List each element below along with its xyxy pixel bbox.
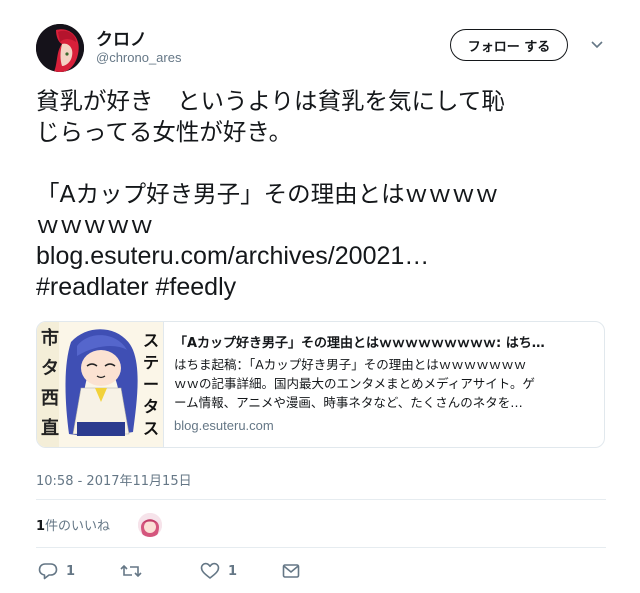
tweet-text-line: 「Aカップ好き男子」その理由とはｗｗｗｗ xyxy=(36,180,499,208)
follow-button[interactable]: フォロー する xyxy=(450,29,568,61)
heart-icon xyxy=(200,562,220,579)
divider xyxy=(36,547,606,548)
link-card[interactable]: 市 タ 西 直 ス テ ー タ ス 「Aカップ好き男子」その理由とはｗｗｗｗｗｗ… xyxy=(36,321,605,448)
card-title[interactable]: 「Aカップ好き男子」その理由とはｗｗｗｗｗｗｗｗｗ: はち… xyxy=(174,332,594,351)
svg-text:直: 直 xyxy=(41,417,59,439)
svg-text:タ: タ xyxy=(143,397,159,416)
tweet-text-line: じらってる女性が好き。 xyxy=(36,118,293,146)
likes-count: 1 xyxy=(36,519,46,534)
divider xyxy=(36,499,606,500)
svg-text:タ: タ xyxy=(41,358,59,379)
direct-message-button[interactable] xyxy=(282,561,300,581)
reply-count: 1 xyxy=(66,563,76,579)
like-count: 1 xyxy=(228,563,238,579)
retweet-icon xyxy=(120,564,142,578)
tweet-link[interactable]: blog.esuteru.com/archives/20021… xyxy=(36,241,606,272)
retweet-button[interactable] xyxy=(120,561,150,581)
tweet-timestamp[interactable]: 10:58 - 2017年11月15日 xyxy=(36,470,192,489)
tweet-text-spacer xyxy=(36,148,606,179)
mail-icon xyxy=(282,564,300,578)
author-avatar[interactable] xyxy=(36,24,84,72)
chevron-down-icon[interactable] xyxy=(588,36,606,54)
svg-text:ス: ス xyxy=(143,419,159,438)
svg-text:テ: テ xyxy=(143,353,159,372)
svg-text:ス: ス xyxy=(143,331,159,350)
card-description-line: ーム情報、アニメや漫画、時事ネタなど、たくさんのネタを… xyxy=(174,395,523,410)
tweet: クロノ @chrono_ares フォロー する 貧乳が好き というよりは貧乳を… xyxy=(0,0,640,593)
liker-avatar[interactable] xyxy=(138,513,162,537)
card-thumbnail: 市 タ 西 直 ス テ ー タ ス xyxy=(37,322,164,447)
card-description-line: はちま起稿：「Aカップ好き男子」その理由とはｗｗｗｗｗｗｗ xyxy=(174,357,527,372)
like-button[interactable]: 1 xyxy=(200,561,237,581)
likes-summary[interactable]: 1件のいいね xyxy=(36,515,110,534)
tweet-text-line: ｗｗｗｗｗ xyxy=(36,211,154,239)
likes-label: 件のいいね xyxy=(45,519,111,534)
card-domain: blog.esuteru.com xyxy=(174,418,274,433)
reply-button[interactable]: 1 xyxy=(38,561,75,581)
tweet-text-line: 貧乳が好き というよりは貧乳を気にして恥 xyxy=(36,87,505,115)
author-display-name[interactable]: クロノ xyxy=(96,25,147,50)
reply-icon xyxy=(38,563,58,580)
svg-text:ー: ー xyxy=(143,375,159,394)
author-handle[interactable]: @chrono_ares xyxy=(96,50,181,65)
tweet-hashtags[interactable]: #readlater #feedly xyxy=(36,272,606,303)
card-description-line: ｗｗの記事詳細。国内最大のエンタメまとめメディアサイト。ゲ xyxy=(174,376,536,391)
card-description: はちま起稿：「Aカップ好き男子」その理由とはｗｗｗｗｗｗｗ ｗｗの記事詳細。国内… xyxy=(174,355,594,412)
tweet-text: 貧乳が好き というよりは貧乳を気にして恥 じらってる女性が好き。 「Aカップ好き… xyxy=(36,86,606,303)
svg-text:西: 西 xyxy=(41,388,59,409)
svg-text:市: 市 xyxy=(41,327,59,349)
